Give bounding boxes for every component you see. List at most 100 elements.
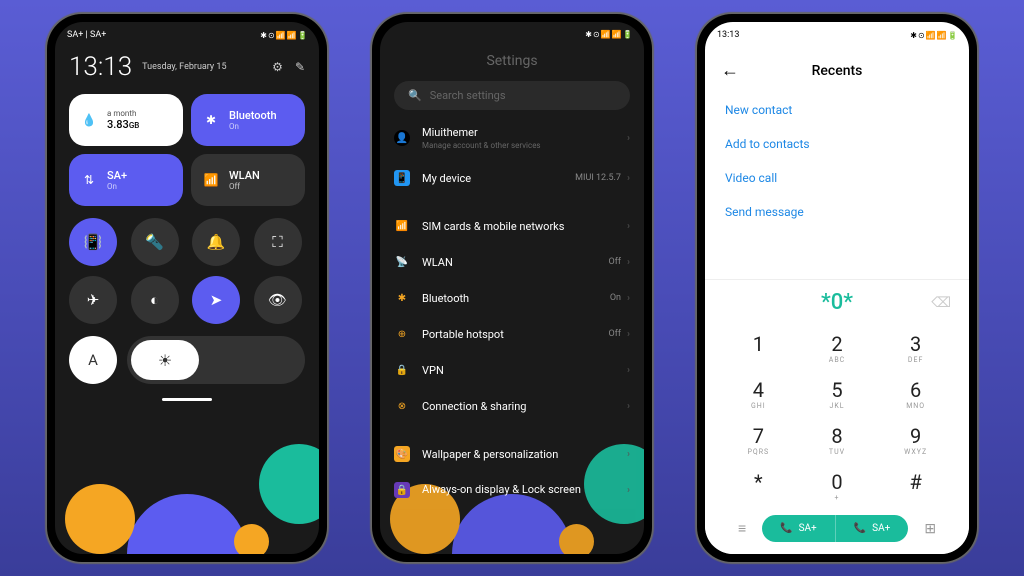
key-1[interactable]: 1 [719,325,798,371]
key-5[interactable]: 5JKL [798,371,877,417]
flashlight-toggle[interactable]: 🔦 [131,218,179,266]
eye-toggle[interactable]: 👁 [254,276,302,324]
bell-icon: 🔔 [207,233,226,251]
key-6[interactable]: 6MNO [876,371,955,417]
key-9[interactable]: 9WXYZ [876,417,955,463]
row-icon: 🔒 [394,362,410,378]
lock-icon: 🔒 [394,482,410,498]
key-3[interactable]: 3DEF [876,325,955,371]
settings-item[interactable]: 📡WLANOff› [380,244,644,280]
row-icon: ⊗ [394,398,410,414]
wallpaper-item[interactable]: 🎨 Wallpaper & personalization › [380,436,644,472]
number-display: *0* ⌫ [705,280,969,325]
location-icon: ➤ [210,291,223,309]
status-bar: SA+ | SA+ ✱ ⊙ 📶 📶 🔋 [55,22,319,48]
status-bar: ✱ ⊙ 📶 📶 🔋 [380,22,644,47]
control-center-screen: SA+ | SA+ ✱ ⊙ 📶 📶 🔋 13:13 Tuesday, Febru… [55,22,319,554]
auto-brightness-toggle[interactable]: A [69,336,117,384]
phone-frame-2: ✱ ⊙ 📶 📶 🔋 Settings 🔍 Search settings 👤 M… [372,14,652,562]
key-2[interactable]: 2ABC [798,325,877,371]
darkmode-toggle[interactable]: ◐ [131,276,179,324]
wifi-icon: 📶 [201,170,221,190]
device-icon: 📱 [394,170,410,186]
action-link[interactable]: New contact [705,93,969,127]
search-icon: 🔍 [408,89,422,102]
bluetooth-icon: ✱ [201,110,221,130]
chevron-icon: › [627,401,630,412]
action-link[interactable]: Add to contacts [705,127,969,161]
screenshot-toggle[interactable]: ⛶ [254,218,302,266]
phone-frame-1: SA+ | SA+ ✱ ⊙ 📶 📶 🔋 13:13 Tuesday, Febru… [47,14,327,562]
search-input[interactable]: 🔍 Search settings [394,81,630,110]
call-sim2-button[interactable]: 📞SA+ [835,515,909,542]
device-item[interactable]: 📱 My device MIUI 12.5.7› [380,160,644,196]
action-link[interactable]: Send message [705,195,969,229]
action-link[interactable]: Video call [705,161,969,195]
chevron-icon: › [627,293,630,304]
data-usage-tile[interactable]: 💧 a month 3.83GB [69,94,183,146]
edit-icon[interactable]: ✎ [295,60,305,74]
settings-item[interactable]: ⊗Connection & sharing› [380,388,644,424]
drag-handle[interactable] [162,398,212,401]
chevron-icon: › [627,329,630,340]
wallpaper-circles [55,434,319,554]
key-7[interactable]: 7PQRS [719,417,798,463]
key-#[interactable]: # [876,463,955,509]
call-sim1-button[interactable]: 📞SA+ [762,515,835,542]
row-icon: 📶 [394,218,410,234]
status-bar: 13:13 ✱ ⊙ 📶 📶 🔋 [705,22,969,48]
airplane-icon: ✈ [87,291,100,309]
status-icons: ✱ ⊙ 📶 📶 🔋 [260,31,307,40]
status-icons: ✱ ⊙ 📶 📶 🔋 [910,31,957,40]
brightness-slider[interactable]: ☀ [127,336,305,384]
chevron-icon: › [627,485,630,496]
phone-frame-3: 13:13 ✱ ⊙ 📶 📶 🔋 ← Recents New contactAdd… [697,14,977,562]
settings-item[interactable]: 🔒VPN› [380,352,644,388]
phone-icon: 📞 [854,523,866,534]
gear-icon[interactable]: ⚙ [272,60,283,74]
wlan-tile[interactable]: 📶 WLANOff [191,154,305,206]
settings-screen: ✱ ⊙ 📶 📶 🔋 Settings 🔍 Search settings 👤 M… [380,22,644,554]
airplane-toggle[interactable]: ✈ [69,276,117,324]
time-display: 13:13 [717,30,739,40]
recents-title: Recents [812,63,863,79]
back-button[interactable]: ← [721,60,739,81]
eye-icon: 👁 [268,291,287,309]
settings-item[interactable]: 📶SIM cards & mobile networks› [380,208,644,244]
chevron-icon: › [627,365,630,376]
avatar-icon: 👤 [394,130,410,146]
key-*[interactable]: * [719,463,798,509]
menu-button[interactable]: ≡ [722,520,762,537]
location-toggle[interactable]: ➤ [192,276,240,324]
backspace-button[interactable]: ⌫ [931,295,951,311]
brightness-icon: ☀ [158,351,172,370]
cellular-tile[interactable]: ⇅ SA+On [69,154,183,206]
chevron-icon: › [627,221,630,232]
settings-item[interactable]: ⊕Portable hotspotOff› [380,316,644,352]
dialer-screen: 13:13 ✱ ⊙ 📶 📶 🔋 ← Recents New contactAdd… [705,22,969,554]
key-4[interactable]: 4GHI [719,371,798,417]
key-0[interactable]: 0+ [798,463,877,509]
clock-row: 13:13 Tuesday, February 15 ⚙ ✎ [55,48,319,86]
chevron-icon: › [627,133,630,144]
sim-label: SA+ | SA+ [67,30,106,40]
settings-item[interactable]: ✱BluetoothOn› [380,280,644,316]
dialer-panel: *0* ⌫ 12ABC3DEF 4GHI5JKL6MNO 7PQRS8TUV9WXY… [705,279,969,554]
key-8[interactable]: 8TUV [798,417,877,463]
vibrate-toggle[interactable]: 📳 [69,218,117,266]
account-item[interactable]: 👤 MiuithemerManage account & other servi… [380,116,644,160]
date-display: Tuesday, February 15 [142,62,226,72]
bluetooth-tile[interactable]: ✱ BluetoothOn [191,94,305,146]
chevron-icon: › [627,449,630,460]
aod-item[interactable]: 🔒 Always-on display & Lock screen › [380,472,644,508]
cellular-icon: ⇅ [79,170,99,190]
mute-toggle[interactable]: 🔔 [192,218,240,266]
wallpaper-icon: 🎨 [394,446,410,462]
moon-icon: ◐ [150,291,159,309]
dialpad-button[interactable]: ⊞ [908,521,952,537]
chevron-icon: › [627,257,630,268]
chevron-icon: › [627,173,630,184]
row-icon: ✱ [394,290,410,306]
phone-icon: 📞 [780,523,792,534]
drop-icon: 💧 [79,110,99,130]
